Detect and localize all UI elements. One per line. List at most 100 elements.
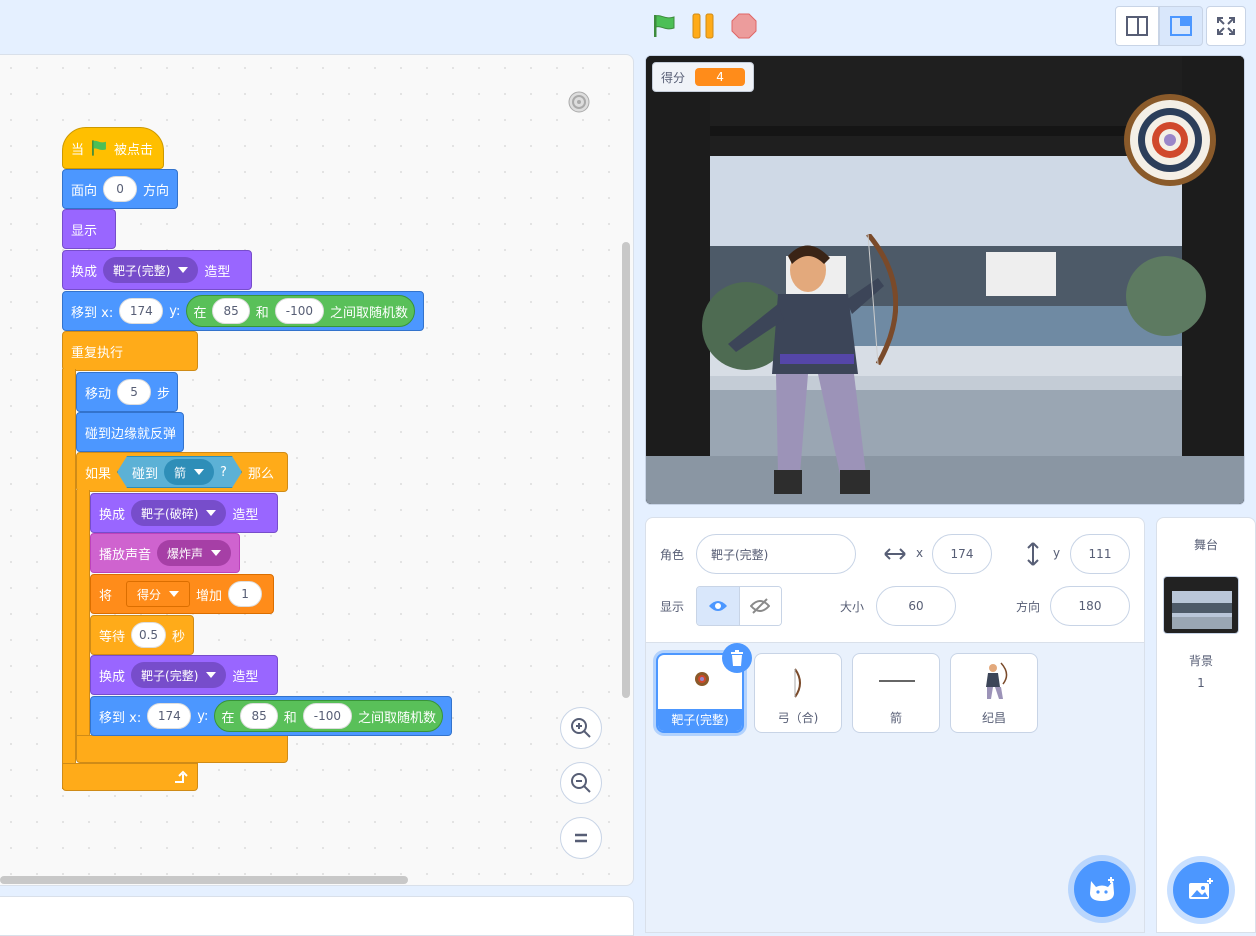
- green-flag-button[interactable]: [650, 12, 678, 40]
- sprite-tile-jichang[interactable]: 纪昌: [950, 653, 1038, 733]
- sprite-label: 角色: [660, 548, 685, 562]
- green-flag-icon: [92, 140, 106, 156]
- change-mid: 增加: [196, 588, 223, 604]
- touching-label: 碰到: [132, 466, 159, 482]
- wait-block[interactable]: 等待 0.5 秒: [90, 615, 194, 655]
- size-input[interactable]: 60: [876, 586, 956, 626]
- forever-arm: [62, 369, 76, 789]
- stage-panel[interactable]: 舞台 背景 1: [1156, 517, 1256, 933]
- show-label: 显示: [660, 600, 685, 614]
- direction-input[interactable]: 0: [103, 176, 138, 202]
- switch-costume-block[interactable]: 换成 靶子(破碎) 造型: [90, 493, 278, 533]
- sound-dropdown[interactable]: 爆炸声: [157, 540, 232, 566]
- switch-post: 造型: [232, 507, 259, 523]
- pick-random-block[interactable]: 在 85 和 -100 之间取随机数: [214, 700, 443, 732]
- zoom-in-button[interactable]: [560, 707, 602, 749]
- score-monitor[interactable]: 得分 4: [652, 62, 755, 92]
- fullscreen-button[interactable]: [1206, 6, 1246, 46]
- backdrop-count: 1: [1197, 676, 1205, 690]
- costume-dropdown[interactable]: 靶子(破碎): [131, 500, 227, 526]
- forever-block[interactable]: 重复执行: [62, 331, 198, 371]
- y-input[interactable]: 111: [1070, 534, 1130, 574]
- small-stage-button[interactable]: [1115, 6, 1159, 46]
- code-area[interactable]: 当 被点击 面向 0 方向 显示 换成 靶子(完整) 造型 移到 x: 174 …: [0, 54, 634, 886]
- steps-input[interactable]: 5: [117, 379, 152, 405]
- variable-dropdown[interactable]: 得分: [126, 581, 191, 607]
- zoom-reset-button[interactable]: [560, 817, 602, 859]
- stage-panel-title: 舞台: [1193, 538, 1218, 552]
- sprite-tile-target[interactable]: 靶子(完整): [656, 643, 752, 733]
- vertical-scrollbar[interactable]: [622, 242, 630, 698]
- normal-stage-icon: [1170, 16, 1192, 36]
- eye-slash-icon: [750, 598, 771, 614]
- touching-dropdown[interactable]: 箭: [164, 459, 214, 485]
- backdrop-thumbnail[interactable]: [1163, 576, 1239, 634]
- random-pre: 在: [193, 305, 207, 321]
- sprite-name: 纪昌: [981, 711, 1006, 725]
- goto-xy-block[interactable]: 移到 x: 174 y: 在 85 和 -100 之间取随机数: [62, 291, 424, 331]
- move-post: 步: [157, 386, 171, 402]
- stage[interactable]: 得分 4: [645, 55, 1245, 505]
- x-input[interactable]: 174: [147, 703, 192, 729]
- pick-random-block[interactable]: 在 85 和 -100 之间取随机数: [186, 295, 415, 327]
- variable-value: 得分: [137, 587, 162, 602]
- choose-sprite-button[interactable]: [1074, 861, 1130, 917]
- show-sprite-button[interactable]: [697, 587, 739, 625]
- when-flag-clicked-block[interactable]: 当 被点击: [62, 127, 164, 169]
- wait-post: 秒: [171, 629, 185, 645]
- costume-value: 靶子(破碎): [141, 506, 199, 521]
- x-input[interactable]: 174: [119, 298, 164, 324]
- switch-pre: 换成: [99, 507, 126, 523]
- wait-input[interactable]: 0.5: [131, 622, 166, 648]
- horizontal-scrollbar[interactable]: [0, 876, 408, 884]
- random-post: 之间取随机数: [329, 305, 408, 321]
- sprite-name-input[interactable]: 靶子(完整): [696, 534, 856, 574]
- change-pre: 将: [99, 588, 113, 604]
- goto-xy-block[interactable]: 移到 x: 174 y: 在 85 和 -100 之间取随机数: [90, 696, 452, 736]
- sprite-name: 靶子(完整): [658, 709, 742, 731]
- switch-costume-block[interactable]: 换成 靶子(完整) 造型: [90, 655, 278, 695]
- costume-dropdown[interactable]: 靶子(完整): [103, 257, 199, 283]
- switch-costume-block[interactable]: 换成 靶子(完整) 造型: [62, 250, 252, 290]
- if-block[interactable]: 如果 碰到 箭 ? 那么: [76, 452, 288, 492]
- delete-sprite-button[interactable]: [722, 643, 752, 673]
- random-and: 和: [283, 710, 297, 726]
- bounce-block[interactable]: 碰到边缘就反弹: [76, 412, 184, 452]
- forever-label: 重复执行: [71, 345, 124, 361]
- switch-pre: 换成: [71, 264, 98, 280]
- show-block[interactable]: 显示: [62, 209, 116, 249]
- x-input[interactable]: 174: [932, 534, 992, 574]
- costume-dropdown[interactable]: 靶子(完整): [131, 662, 227, 688]
- chevron-down-icon: [206, 510, 217, 516]
- play-sound-block[interactable]: 播放声音 爆炸声: [90, 533, 240, 573]
- random-from-input[interactable]: 85: [212, 298, 250, 324]
- zoom-in-icon: [571, 718, 591, 738]
- pause-button[interactable]: [690, 12, 718, 40]
- choose-backdrop-button[interactable]: [1173, 862, 1229, 918]
- stop-button[interactable]: [730, 12, 758, 40]
- sprite-tile-bow[interactable]: 弓（合): [754, 653, 842, 733]
- vertical-arrows-icon: [1027, 542, 1039, 566]
- arrow-thumbnail-icon: [879, 680, 915, 682]
- direction-input[interactable]: 180: [1050, 586, 1130, 626]
- stop-icon: [731, 13, 757, 39]
- random-from-input[interactable]: 85: [240, 703, 278, 729]
- if-bottom: [76, 735, 288, 763]
- change-variable-block[interactable]: 将 得分 增加 1: [90, 574, 274, 614]
- show-label: 显示: [71, 223, 98, 239]
- random-to-input[interactable]: -100: [274, 298, 324, 324]
- random-to-input[interactable]: -100: [302, 703, 352, 729]
- chevron-down-icon: [178, 267, 189, 273]
- normal-stage-button[interactable]: [1159, 6, 1203, 46]
- move-steps-block[interactable]: 移动 5 步: [76, 372, 178, 412]
- point-direction-block[interactable]: 面向 0 方向: [62, 169, 178, 209]
- target-sprite: [1124, 94, 1216, 186]
- size-label: 大小: [840, 600, 865, 614]
- zoom-out-button[interactable]: [560, 762, 602, 804]
- goto-pre: 移到 x:: [99, 710, 142, 726]
- hide-sprite-button[interactable]: [738, 587, 781, 625]
- touching-block[interactable]: 碰到 箭 ?: [117, 456, 242, 488]
- green-flag-icon: [654, 15, 675, 37]
- change-value-input[interactable]: 1: [228, 581, 263, 607]
- sprite-tile-arrow[interactable]: 箭: [852, 653, 940, 733]
